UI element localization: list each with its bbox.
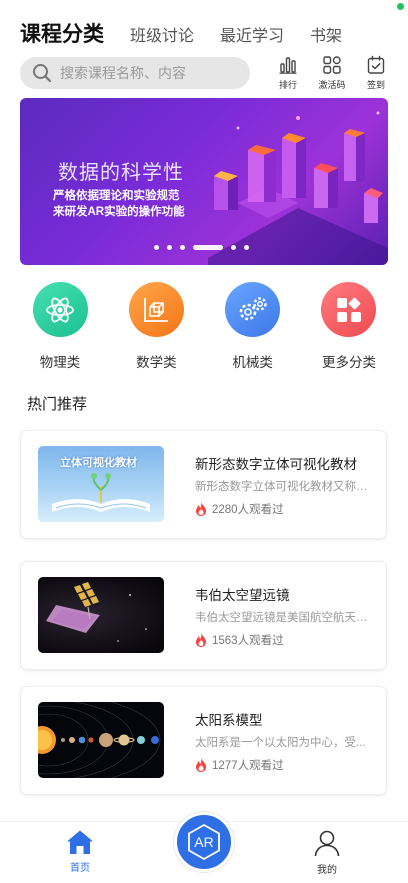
quick-actions: 排行 激活码 签到 xyxy=(268,55,396,91)
carousel-dot[interactable] xyxy=(167,245,172,250)
carousel-dot[interactable] xyxy=(154,245,159,250)
category-grid: 物理类 数学类 机械类 更多分类 xyxy=(19,282,390,371)
atom-icon xyxy=(46,297,74,322)
category-math[interactable]: 数学类 xyxy=(115,282,197,371)
user-icon xyxy=(314,830,340,857)
ar-label: AR xyxy=(194,834,213,850)
view-count-text: 1277人观看过 xyxy=(212,760,284,772)
gears-icon xyxy=(239,296,267,320)
ar-scan-button[interactable]: AR xyxy=(174,812,234,872)
category-physics[interactable]: 物理类 xyxy=(19,282,101,371)
category-more[interactable]: 更多分类 xyxy=(308,282,390,371)
cube-axis-icon xyxy=(144,297,169,322)
checkin-button[interactable]: 签到 xyxy=(356,55,396,91)
course-title: 韦伯太空望远镜 xyxy=(195,588,290,603)
course-description: 韦伯太空望远镜是美国航空航天局... xyxy=(195,612,377,624)
course-card[interactable]: 立体可视化教材 新形态数字立体可视化教材 新形态数字立体可视化教材又称为... … xyxy=(21,431,386,538)
banner-subtitle: 严格依据理论和实验规范 来研发AR实验的操作功能 xyxy=(53,188,185,220)
view-count-text: 1563人观看过 xyxy=(212,635,284,647)
search-box[interactable] xyxy=(20,57,250,89)
tab-course-categories[interactable]: 课程分类 xyxy=(20,18,104,50)
banner-title: 数据的科学性 xyxy=(58,162,184,184)
course-title: 新形态数字立体可视化教材 xyxy=(195,457,357,472)
category-math-badge xyxy=(128,282,184,337)
calendar-check-icon xyxy=(367,55,385,74)
grid-code-icon xyxy=(323,56,341,74)
course-thumbnail-solar-system xyxy=(38,702,164,778)
space-telescope-illustration xyxy=(46,582,147,642)
carousel-dot[interactable] xyxy=(180,245,185,250)
search-icon xyxy=(33,64,52,83)
carousel-dot-active[interactable] xyxy=(193,245,223,250)
course-view-count: 1563人观看过 xyxy=(195,632,284,648)
flame-icon xyxy=(196,758,206,772)
tab-recent-study[interactable]: 最近学习 xyxy=(220,22,284,50)
carousel-dot[interactable] xyxy=(244,245,249,250)
category-mechanical-label: 机械类 xyxy=(232,355,273,370)
course-view-count: 2280人观看过 xyxy=(195,501,284,517)
course-thumbnail-book: 立体可视化教材 xyxy=(38,446,164,522)
category-more-label: 更多分类 xyxy=(321,355,376,370)
view-count-text: 2280人观看过 xyxy=(212,504,284,516)
tab-class-discussion[interactable]: 班级讨论 xyxy=(130,22,194,50)
home-icon xyxy=(67,830,93,854)
course-card[interactable]: 太阳系模型 太阳系是一个以太阳为中心，受... 1277人观看过 xyxy=(21,687,386,794)
category-mechanical[interactable]: 机械类 xyxy=(212,282,294,371)
nav-home[interactable]: 首页 xyxy=(50,829,110,874)
course-view-count: 1277人观看过 xyxy=(195,757,284,773)
checkin-label: 签到 xyxy=(366,80,385,90)
category-math-label: 数学类 xyxy=(136,355,177,370)
nav-profile-label: 我的 xyxy=(317,865,337,876)
tab-bookshelf[interactable]: 书架 xyxy=(310,22,342,50)
course-description: 新形态数字立体可视化教材又称为... xyxy=(195,481,377,493)
flame-icon xyxy=(196,633,206,647)
isometric-city-illustration xyxy=(208,111,388,265)
ar-hexagon-icon: AR xyxy=(188,823,220,861)
banner-subtitle-line-1: 严格依据理论和实验规范 xyxy=(53,190,180,202)
apps-icon xyxy=(336,297,361,322)
nav-home-label: 首页 xyxy=(70,863,90,874)
thumbnail-caption: 立体可视化教材 xyxy=(60,457,137,469)
status-indicator-dot xyxy=(397,3,404,10)
flame-icon xyxy=(196,502,206,516)
search-input[interactable] xyxy=(60,65,240,81)
course-card[interactable]: 韦伯太空望远镜 韦伯太空望远镜是美国航空航天局... 1563人观看过 xyxy=(21,562,386,669)
category-mechanical-badge xyxy=(225,282,281,337)
solar-system-illustration xyxy=(38,702,161,778)
nav-profile[interactable]: 我的 xyxy=(297,829,357,876)
ranking-button[interactable]: 排行 xyxy=(268,55,308,91)
course-description: 太阳系是一个以太阳为中心，受... xyxy=(195,737,366,749)
course-thumbnail-telescope xyxy=(38,577,164,653)
top-tabs: 课程分类 班级讨论 最近学习 书架 xyxy=(20,18,388,50)
carousel-dot[interactable] xyxy=(231,245,236,250)
carousel-dots xyxy=(154,245,257,250)
activation-code-button[interactable]: 激活码 xyxy=(312,55,352,91)
course-title: 太阳系模型 xyxy=(195,713,263,728)
category-physics-label: 物理类 xyxy=(39,355,81,370)
ranking-label: 排行 xyxy=(278,80,297,90)
banner-subtitle-line-2: 来研发AR实验的操作功能 xyxy=(53,206,185,218)
activation-code-label: 激活码 xyxy=(318,80,346,90)
category-more-badge xyxy=(321,282,377,337)
bar-chart-icon xyxy=(279,57,297,74)
search-row: 排行 激活码 签到 xyxy=(20,55,396,91)
promo-banner[interactable]: 数据的科学性 严格依据理论和实验规范 来研发AR实验的操作功能 xyxy=(20,98,388,265)
category-physics-badge xyxy=(32,282,88,337)
section-title-hot: 热门推荐 xyxy=(27,396,88,413)
